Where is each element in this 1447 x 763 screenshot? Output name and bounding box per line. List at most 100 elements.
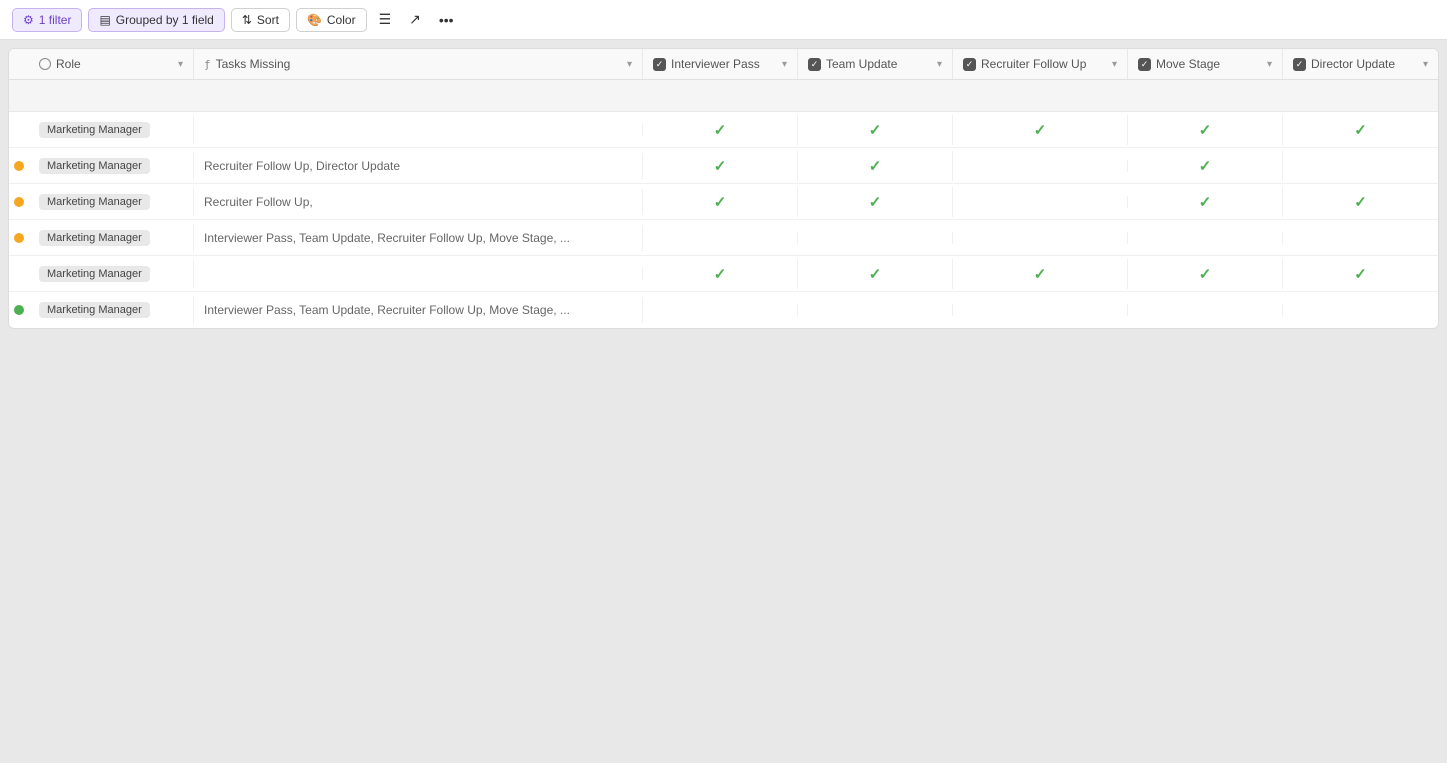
move-check-icon: ✓	[1199, 157, 1212, 175]
more-button[interactable]: •••	[433, 8, 460, 32]
interviewer-cell: ✓	[643, 187, 798, 217]
move-cell: ✓	[1128, 187, 1283, 217]
table-row[interactable]: Marketing Manager Recruiter Follow Up, Di…	[9, 148, 1438, 184]
team-chevron-icon: ▾	[937, 59, 942, 70]
checkbox-icon-interviewer: ✓	[653, 58, 666, 71]
interviewer-cell: ✓	[643, 259, 798, 289]
table-row[interactable]: Marketing ManagerInterviewer Pass, Team …	[9, 292, 1438, 328]
role-badge: Marketing Manager	[39, 122, 150, 138]
col-interviewer-header[interactable]: ✓ Interviewer Pass ▾	[643, 49, 798, 79]
recruiter-cell: ✓	[953, 115, 1128, 145]
interviewer-check-icon: ✓	[714, 121, 727, 139]
filter-label: 1 filter	[39, 13, 72, 27]
col-recruiter-header[interactable]: ✓ Recruiter Follow Up ▾	[953, 49, 1128, 79]
move-cell	[1128, 304, 1283, 316]
row-indicator	[9, 197, 29, 207]
director-check-icon: ✓	[1354, 265, 1367, 283]
recruiter-cell	[953, 160, 1128, 172]
checkbox-icon-team: ✓	[808, 58, 821, 71]
role-badge: Marketing Manager	[39, 266, 150, 282]
director-cell: ✓	[1283, 187, 1438, 217]
status-dot-green	[14, 305, 24, 315]
sort-icon: ⇅	[242, 13, 252, 27]
sort-label: Sort	[257, 13, 279, 27]
share-button[interactable]: ↗	[403, 7, 427, 32]
interviewer-cell: ✓	[643, 115, 798, 145]
color-label: Color	[327, 13, 356, 27]
director-check-icon: ✓	[1354, 193, 1367, 211]
row-indicator	[9, 161, 29, 171]
group-label: Grouped by 1 field	[116, 13, 214, 27]
interviewer-cell: ✓	[643, 151, 798, 181]
move-cell: ✓	[1128, 115, 1283, 145]
role-badge: Marketing Manager	[39, 194, 150, 210]
col-team-header[interactable]: ✓ Team Update ▾	[798, 49, 953, 79]
col-move-header[interactable]: ✓ Move Stage ▾	[1128, 49, 1283, 79]
table-row[interactable]: Marketing Manager Interviewer Pass, Team …	[9, 220, 1438, 256]
row-height-button[interactable]: ☰	[373, 7, 398, 32]
recruiter-cell	[953, 304, 1128, 316]
table-row[interactable]: Marketing Manager Recruiter Follow Up, ✓ ✓ ✓…	[9, 184, 1438, 220]
group-header	[9, 80, 1438, 112]
team-cell: ✓	[798, 115, 953, 145]
interviewer-check-icon: ✓	[714, 193, 727, 211]
tasks-cell: Interviewer Pass, Team Update, Recruiter…	[194, 297, 643, 323]
recruiter-check-icon: ✓	[1034, 265, 1047, 283]
recruiter-cell	[953, 232, 1128, 244]
col-role-header[interactable]: Role ▾	[29, 49, 194, 79]
rows-container: Marketing Manager ✓ ✓ ✓ ✓ ✓ Marketing Manager R…	[9, 112, 1438, 328]
toolbar: ⚙ 1 filter ▤ Grouped by 1 field ⇅ Sort 🎨…	[0, 0, 1447, 40]
move-check-icon: ✓	[1199, 121, 1212, 139]
recruiter-check-icon: ✓	[1034, 121, 1047, 139]
tasks-cell: Interviewer Pass, Team Update, Recruiter…	[194, 225, 643, 251]
team-check-icon: ✓	[869, 157, 882, 175]
table-row[interactable]: Marketing Manager ✓ ✓ ✓ ✓ ✓	[9, 256, 1438, 292]
role-badge: Marketing Manager	[39, 158, 150, 174]
director-chevron-icon: ▾	[1423, 59, 1428, 70]
table-header: Role ▾ ƒ Tasks Missing ▾ ✓ Interviewer P…	[9, 49, 1438, 80]
role-cell: Marketing Manager	[29, 116, 194, 144]
move-check-icon: ✓	[1199, 265, 1212, 283]
row-indicator	[9, 233, 29, 243]
director-cell: ✓	[1283, 259, 1438, 289]
role-field-icon	[39, 58, 51, 70]
group-button[interactable]: ▤ Grouped by 1 field	[88, 8, 224, 32]
table-row[interactable]: Marketing Manager ✓ ✓ ✓ ✓ ✓	[9, 112, 1438, 148]
role-cell: Marketing Manager	[29, 224, 194, 252]
team-cell	[798, 232, 953, 244]
role-chevron-icon: ▾	[178, 59, 183, 70]
col-director-header[interactable]: ✓ Director Update ▾	[1283, 49, 1438, 79]
color-button[interactable]: 🎨 Color	[296, 8, 367, 32]
col-tasks-header[interactable]: ƒ Tasks Missing ▾	[194, 49, 643, 79]
tasks-cell: Recruiter Follow Up,	[194, 189, 643, 215]
status-dot-yellow	[14, 197, 24, 207]
recruiter-cell	[953, 196, 1128, 208]
team-cell	[798, 304, 953, 316]
interviewer-chevron-icon: ▾	[782, 59, 787, 70]
col-indicator	[9, 49, 29, 79]
role-cell: Marketing Manager	[29, 260, 194, 288]
sort-button[interactable]: ⇅ Sort	[231, 8, 290, 32]
checkbox-icon-director: ✓	[1293, 58, 1306, 71]
team-cell: ✓	[798, 151, 953, 181]
director-cell	[1283, 304, 1438, 316]
interviewer-cell	[643, 304, 798, 316]
more-icon: •••	[439, 12, 454, 28]
row-height-icon: ☰	[379, 11, 392, 28]
tasks-cell	[194, 268, 643, 280]
team-check-icon: ✓	[869, 265, 882, 283]
move-cell: ✓	[1128, 151, 1283, 181]
team-check-icon: ✓	[869, 121, 882, 139]
tasks-chevron-icon: ▾	[627, 59, 632, 70]
director-cell: ✓	[1283, 115, 1438, 145]
filter-icon: ⚙	[23, 13, 34, 27]
move-check-icon: ✓	[1199, 193, 1212, 211]
filter-button[interactable]: ⚙ 1 filter	[12, 8, 82, 32]
role-cell: Marketing Manager	[29, 188, 194, 216]
team-check-icon: ✓	[869, 193, 882, 211]
status-dot-yellow	[14, 233, 24, 243]
tasks-cell: Recruiter Follow Up, Director Update	[194, 153, 643, 179]
interviewer-check-icon: ✓	[714, 265, 727, 283]
role-badge: Marketing Manager	[39, 230, 150, 246]
director-check-icon: ✓	[1354, 121, 1367, 139]
